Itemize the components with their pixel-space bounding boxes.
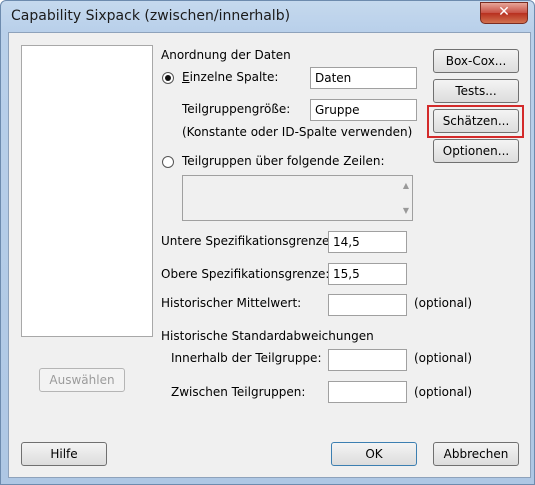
select-button-label: Auswählen <box>49 373 115 387</box>
arrangement-heading: Anordnung der Daten <box>161 48 291 62</box>
select-button[interactable]: Auswählen <box>39 368 125 392</box>
cancel-label: Abbrechen <box>443 447 509 461</box>
within-label: Innerhalb der Teilgruppe: <box>171 351 322 365</box>
hist-mean-input[interactable] <box>328 294 407 316</box>
title-bar: Capability Sixpack (zwischen/innerhalb) … <box>1 1 534 33</box>
subgroups-rows-label: Teilgruppen über folgende Zeilen: <box>182 154 385 168</box>
lower-spec-input[interactable]: 14,5 <box>328 231 407 253</box>
tests-label: Tests... <box>455 84 497 98</box>
subgroup-size-input[interactable]: Gruppe <box>310 99 417 121</box>
hist-mean-optional: (optional) <box>414 296 472 310</box>
options-button[interactable]: Optionen... <box>433 139 519 163</box>
upper-spec-label: Obere Spezifikationsgrenze: <box>161 267 330 281</box>
lower-spec-label: Untere Spezifikationsgrenze: <box>161 234 334 248</box>
subgroup-hint: (Konstante oder ID-Spalte verwenden) <box>182 125 413 139</box>
within-input[interactable] <box>328 349 407 371</box>
window-title: Capability Sixpack (zwischen/innerhalb) <box>11 8 291 24</box>
cancel-button[interactable]: Abbrechen <box>433 442 519 466</box>
subgroups-rows-radio[interactable] <box>162 156 174 168</box>
single-column-input[interactable]: Daten <box>310 67 417 89</box>
scroll-down-icon[interactable]: ▼ <box>403 206 409 215</box>
boxcox-button[interactable]: Box-Cox... <box>433 49 519 73</box>
estimate-highlight-box <box>427 105 524 138</box>
close-button[interactable]: ✕ <box>480 2 528 24</box>
between-label: Zwischen Teilgruppen: <box>171 385 306 399</box>
single-column-radio[interactable] <box>162 72 174 84</box>
options-label: Optionen... <box>442 144 510 158</box>
tests-button[interactable]: Tests... <box>433 79 519 103</box>
ok-button[interactable]: OK <box>331 442 417 466</box>
single-column-label: Einzelne Spalte: <box>182 70 279 84</box>
dialog-window: Capability Sixpack (zwischen/innerhalb) … <box>0 0 535 485</box>
hist-mean-label: Historischer Mittelwert: <box>161 296 302 310</box>
variable-listbox[interactable] <box>21 45 153 337</box>
help-button[interactable]: Hilfe <box>21 442 107 466</box>
upper-spec-input[interactable]: 15,5 <box>328 263 407 285</box>
subgroups-rows-textarea[interactable]: ▲ ▼ <box>182 175 413 221</box>
ok-label: OK <box>365 447 383 461</box>
within-optional: (optional) <box>414 351 472 365</box>
hist-std-heading: Historische Standardabweichungen <box>161 329 374 343</box>
dialog-client-area: Auswählen Anordnung der Daten Einzelne S… <box>8 32 531 478</box>
help-label: Hilfe <box>50 447 78 461</box>
between-input[interactable] <box>328 381 407 403</box>
boxcox-label: Box-Cox... <box>445 54 507 68</box>
close-icon: ✕ <box>498 4 510 20</box>
scroll-up-icon[interactable]: ▲ <box>403 181 409 190</box>
between-optional: (optional) <box>414 385 472 399</box>
subgroup-size-label: Teilgruppengröße: <box>182 102 291 116</box>
